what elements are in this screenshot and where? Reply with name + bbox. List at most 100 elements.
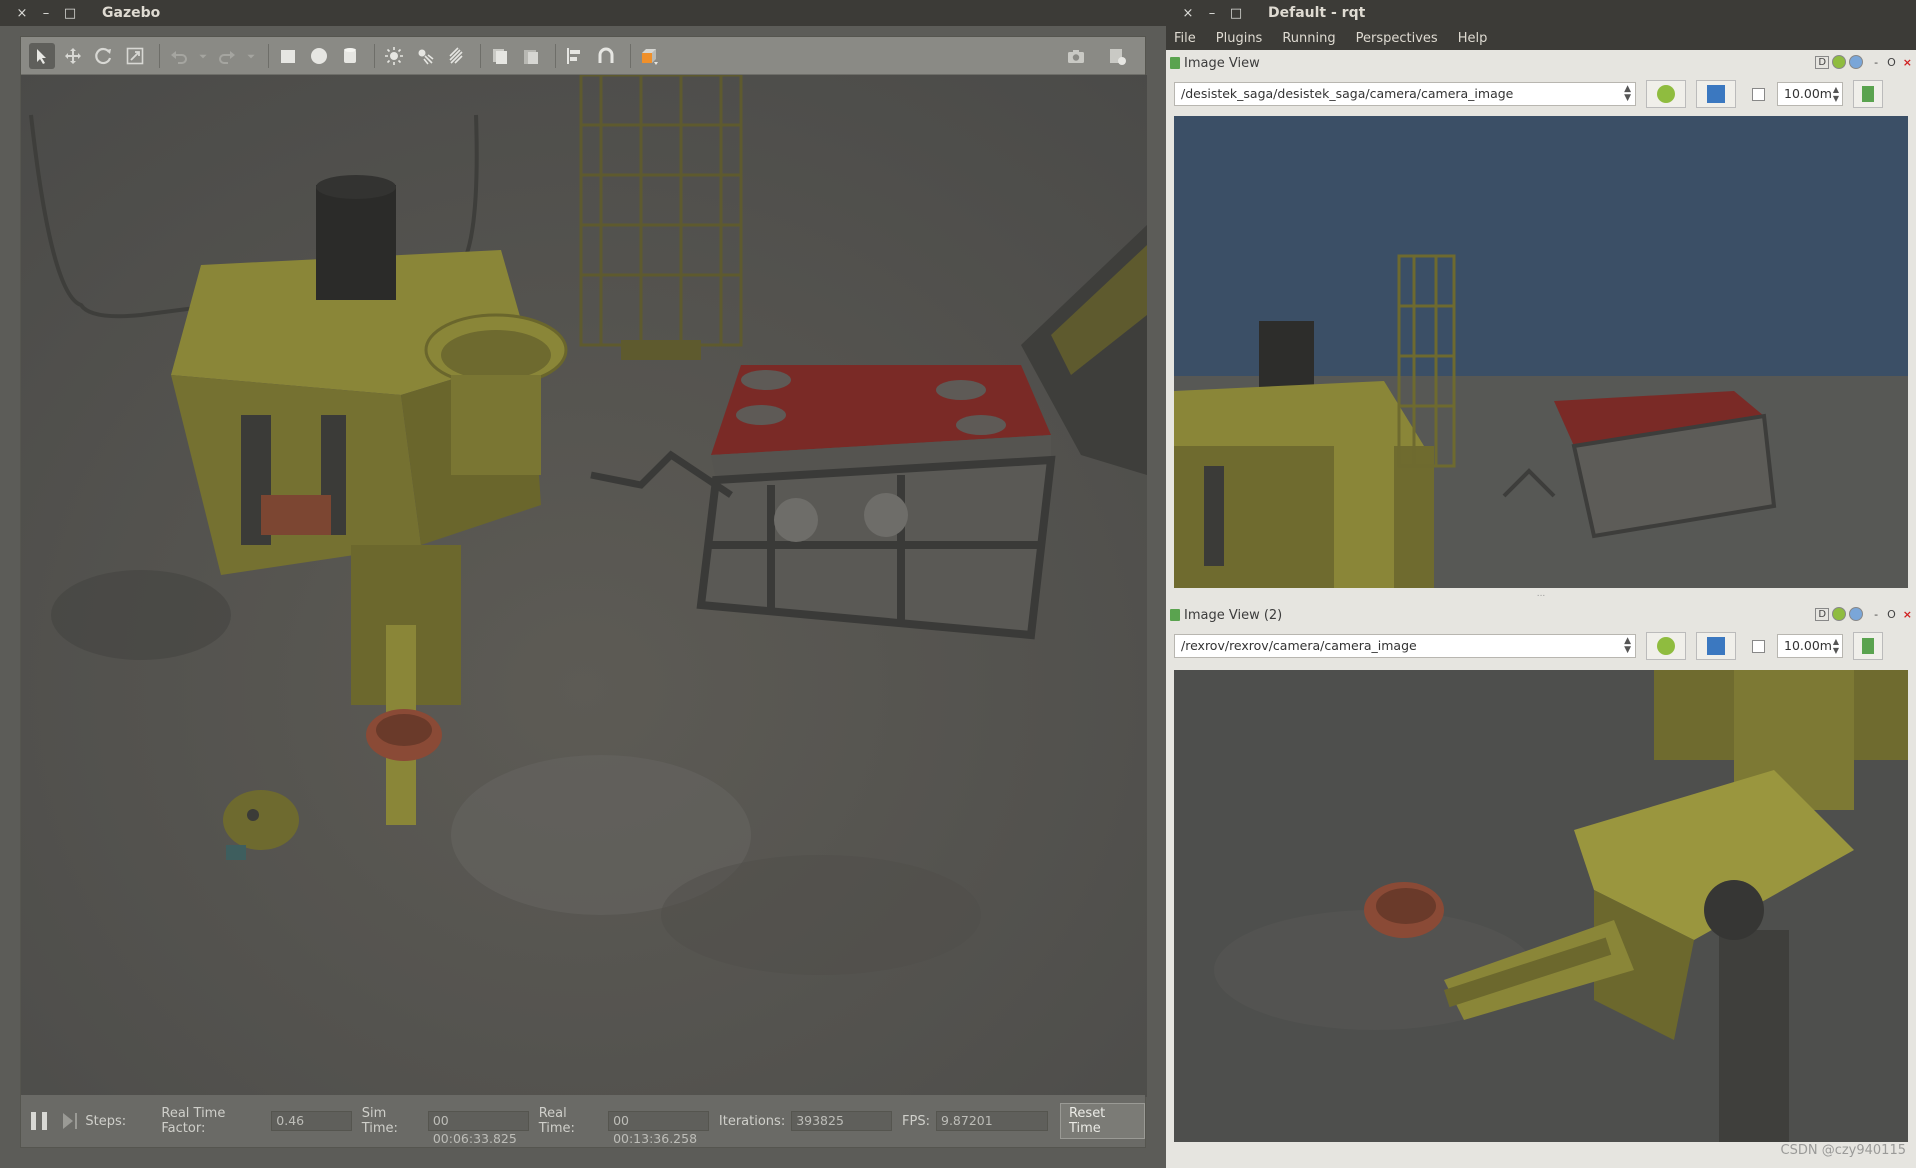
smooth-scaling-checkbox[interactable] xyxy=(1752,87,1765,101)
dock-close-button[interactable]: × xyxy=(1903,56,1912,69)
minimize-button[interactable]: – xyxy=(1202,3,1222,23)
rotate-icon[interactable] xyxy=(91,43,117,69)
rqt-window: × – □ Default - rqt File Plugins Running… xyxy=(1166,0,1916,1168)
gazebo-main-frame: Steps: Real Time Factor: 0.46 Sim Time: … xyxy=(20,36,1147,1148)
gazebo-3d-viewport[interactable] xyxy=(21,75,1147,1097)
dock-minimize-button[interactable]: - xyxy=(1874,608,1878,621)
toolbar-separator xyxy=(374,43,375,68)
undo-icon[interactable] xyxy=(166,43,192,69)
image-view-2-toolbar: /rexrov/rexrov/camera/camera_image ▲ ▼ 10… xyxy=(1166,628,1916,664)
view-angle-icon[interactable] xyxy=(637,43,663,69)
reset-time-button[interactable]: Reset Time xyxy=(1059,1103,1145,1139)
translate-icon[interactable] xyxy=(60,43,86,69)
underwater-scene-render xyxy=(21,75,1147,1097)
toolbar-separator xyxy=(159,43,160,68)
dock-d-button[interactable]: D xyxy=(1815,55,1830,69)
steps-label: Steps: xyxy=(85,1113,127,1129)
menu-plugins[interactable]: Plugins xyxy=(1216,31,1263,46)
step-bar-icon xyxy=(74,1113,78,1129)
reload-icon[interactable] xyxy=(1832,55,1847,69)
image-view-1-display[interactable] xyxy=(1174,116,1908,588)
menu-file[interactable]: File xyxy=(1174,31,1196,46)
maximize-button[interactable]: □ xyxy=(1226,3,1246,23)
align-icon[interactable] xyxy=(562,43,588,69)
help-icon[interactable] xyxy=(1849,607,1864,621)
redo-dropdown-icon[interactable] xyxy=(245,43,257,69)
refresh-icon xyxy=(1657,85,1675,103)
spin-arrows-icon: ▲ ▼ xyxy=(1832,637,1839,655)
cylinder-icon[interactable] xyxy=(337,43,363,69)
minimize-button[interactable]: – xyxy=(36,3,56,23)
reload-icon[interactable] xyxy=(1832,607,1847,621)
dock-d-button[interactable]: D xyxy=(1815,607,1830,621)
menu-perspectives[interactable]: Perspectives xyxy=(1356,31,1438,46)
real-time-value: 00 00:13:36.258 xyxy=(608,1111,709,1146)
point-light-icon[interactable] xyxy=(381,43,407,69)
zoom-1-button[interactable] xyxy=(1696,80,1736,108)
zoom-1-icon xyxy=(1707,85,1725,103)
smooth-scaling-checkbox[interactable] xyxy=(1752,639,1765,653)
image-view-1-title: Image View xyxy=(1184,55,1260,71)
dock-restore-button[interactable]: O xyxy=(1887,56,1896,69)
menu-help[interactable]: Help xyxy=(1458,31,1488,46)
refresh-topics-button[interactable] xyxy=(1646,632,1686,660)
box-icon[interactable] xyxy=(275,43,301,69)
refresh-topics-button[interactable] xyxy=(1646,80,1686,108)
image-view-1-toolbar: /desistek_saga/desistek_saga/camera/came… xyxy=(1166,76,1916,112)
pause-icon[interactable] xyxy=(31,1112,47,1130)
sphere-icon[interactable] xyxy=(306,43,332,69)
screenshot-icon[interactable] xyxy=(1063,43,1089,69)
select-icon[interactable] xyxy=(29,42,55,69)
snap-icon[interactable] xyxy=(593,43,619,69)
directional-light-icon[interactable] xyxy=(443,43,469,69)
save-image-button[interactable] xyxy=(1853,632,1883,660)
watermark-text: CSDN @czy940115 xyxy=(1780,1143,1907,1158)
gazebo-right-tools xyxy=(1063,43,1135,69)
save-icon xyxy=(1862,638,1874,654)
gazebo-status-bar: Steps: Real Time Factor: 0.46 Sim Time: … xyxy=(21,1095,1145,1147)
redo-icon[interactable] xyxy=(214,43,240,69)
spin-arrows-icon: ▲ ▼ xyxy=(1832,85,1839,103)
zoom-1-button[interactable] xyxy=(1696,632,1736,660)
spot-light-icon[interactable] xyxy=(412,43,438,69)
sim-time-value: 00 00:06:33.825 xyxy=(427,1111,529,1146)
refresh-icon xyxy=(1657,637,1675,655)
steps-spinner[interactable] xyxy=(132,1111,141,1131)
image-view-2-title: Image View (2) xyxy=(1184,607,1283,623)
plugin-icon xyxy=(1170,57,1180,69)
undo-dropdown-icon[interactable] xyxy=(197,43,209,69)
dock-close-button[interactable]: × xyxy=(1903,608,1912,621)
step-icon[interactable] xyxy=(62,1113,73,1129)
rotate-spinbox[interactable]: 10.00m ▲ ▼ xyxy=(1777,634,1843,658)
menu-running[interactable]: Running xyxy=(1282,31,1335,46)
maximize-button[interactable]: □ xyxy=(60,3,80,23)
window-title: Gazebo xyxy=(102,5,161,21)
gazebo-titlebar: × – □ Gazebo xyxy=(0,0,1166,26)
gazebo-window: × – □ Gazebo Steps: Real Time Factor: 0.… xyxy=(0,0,1166,1168)
fps-label: FPS: xyxy=(902,1113,930,1129)
paste-icon[interactable] xyxy=(518,43,544,69)
sim-time-label: Sim Time: xyxy=(361,1106,398,1136)
record-icon[interactable] xyxy=(1104,43,1130,69)
help-icon[interactable] xyxy=(1849,55,1864,69)
dock-minimize-button[interactable]: - xyxy=(1874,56,1878,69)
rtf-label: Real Time Factor: xyxy=(161,1106,226,1136)
topic-value: /rexrov/rexrov/camera/camera_image xyxy=(1181,638,1417,653)
close-button[interactable]: × xyxy=(1178,3,1198,23)
toolbar-separator xyxy=(480,43,481,68)
image-view-2-display[interactable] xyxy=(1174,670,1908,1142)
image-view-2-header: Image View (2) D - O × xyxy=(1166,604,1916,626)
save-icon xyxy=(1862,86,1874,102)
camera-image-rexrov xyxy=(1174,670,1908,1142)
topic-select[interactable]: /desistek_saga/desistek_saga/camera/came… xyxy=(1174,82,1636,106)
close-button[interactable]: × xyxy=(12,3,32,23)
window-title: Default - rqt xyxy=(1268,5,1366,21)
rotate-spinbox[interactable]: 10.00m ▲ ▼ xyxy=(1777,82,1843,106)
scale-icon[interactable] xyxy=(122,43,148,69)
topic-select[interactable]: /rexrov/rexrov/camera/camera_image ▲ ▼ xyxy=(1174,634,1636,658)
dock-restore-button[interactable]: O xyxy=(1887,608,1896,621)
splitter-handle[interactable]: ... xyxy=(1166,590,1916,599)
save-image-button[interactable] xyxy=(1853,80,1883,108)
copy-icon[interactable] xyxy=(487,43,513,69)
spin-value: 10.00m xyxy=(1784,86,1832,101)
